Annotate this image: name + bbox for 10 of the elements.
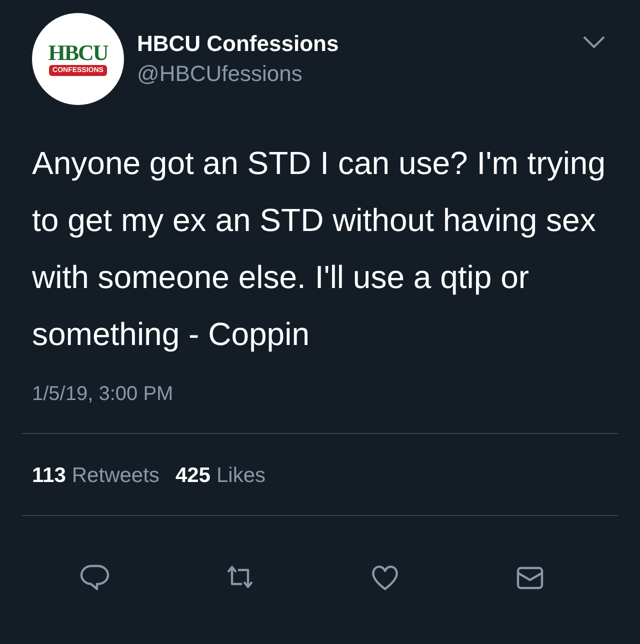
stat-label[interactable]: Likes — [216, 464, 266, 487]
logo-text: HBCU — [48, 42, 108, 64]
account-name[interactable]: HBCU Confessions — [137, 29, 582, 59]
stat-count: 113 — [32, 464, 66, 487]
stat-label[interactable]: Retweets — [72, 464, 160, 487]
chevron-down-icon[interactable] — [582, 35, 606, 49]
tweet-timestamp: 1/5/19, 3:00 PM — [32, 383, 174, 406]
stat-count: 425 — [175, 464, 210, 487]
account-handle[interactable]: @HBCUfessions — [137, 59, 582, 89]
tweet-text: Anyone got an STD I can use? I'm trying to get my ex an STD without having sex with someone else. I'll use a qtip or something - Coppin — [32, 144, 607, 354]
